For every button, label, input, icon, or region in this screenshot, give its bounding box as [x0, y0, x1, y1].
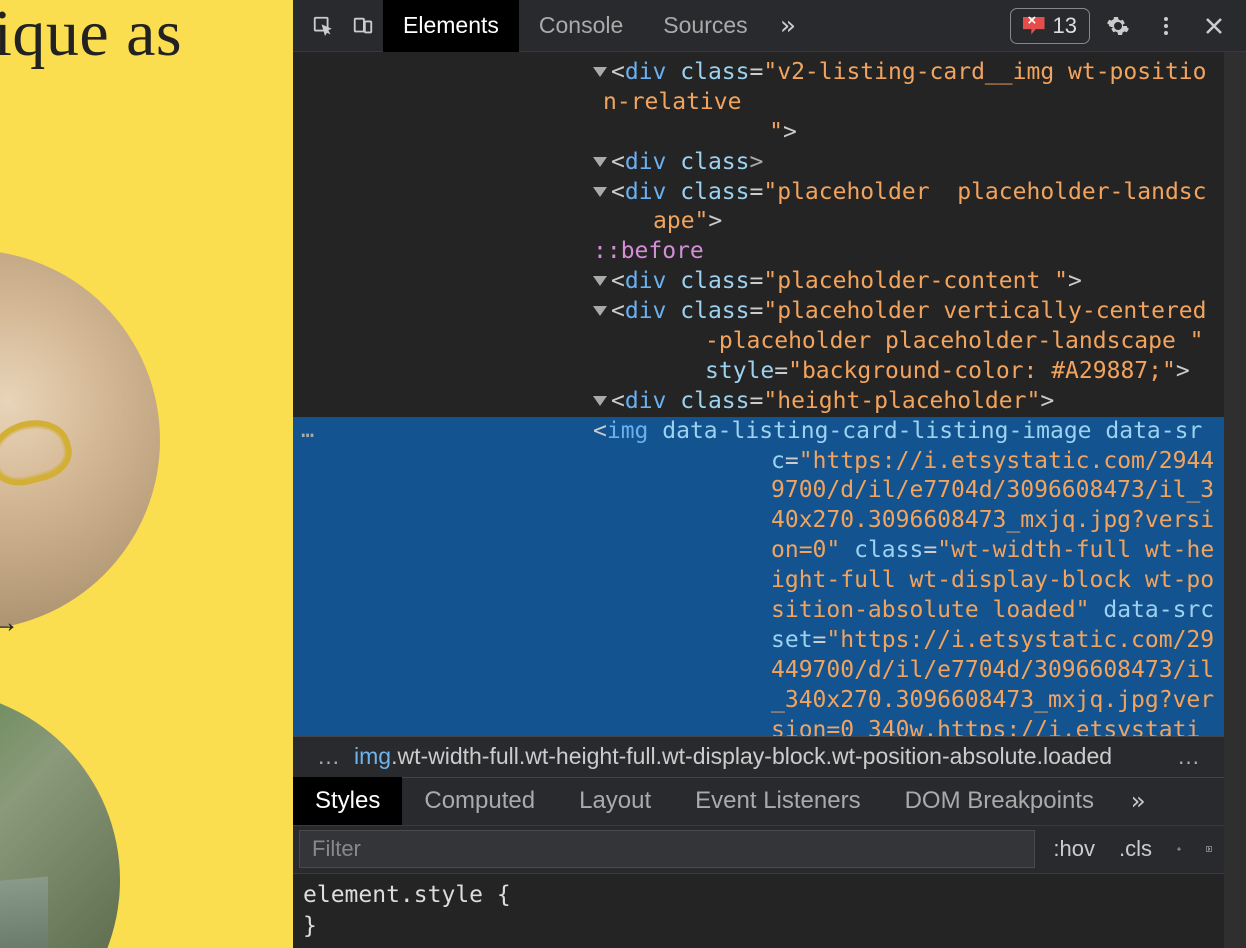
- styles-tab-dom-breakpoints[interactable]: DOM Breakpoints: [883, 777, 1116, 825]
- product-image-furniture[interactable]: [0, 690, 120, 948]
- dom-tree[interactable]: <div class="v2-listing-card__img wt-posi…: [293, 52, 1224, 736]
- devtools-toolbar: Elements Console Sources » 13: [293, 0, 1246, 52]
- styles-tab-layout[interactable]: Layout: [557, 777, 673, 825]
- toggle-class-editor[interactable]: .cls: [1107, 836, 1164, 862]
- page-preview: nique as ery →: [0, 0, 293, 948]
- styles-tabs-overflow-icon[interactable]: »: [1116, 787, 1160, 815]
- expand-dots-icon[interactable]: …: [301, 417, 314, 446]
- dom-breadcrumb[interactable]: … img.wt-width-full.wt-height-full.wt-di…: [293, 736, 1224, 778]
- settings-gear-icon[interactable]: [1098, 6, 1138, 46]
- dom-node-selected[interactable]: … <img data-listing-card-listing-image d…: [293, 417, 1224, 736]
- new-rule-plus-icon[interactable]: [1164, 839, 1194, 859]
- error-count: 13: [1053, 13, 1077, 39]
- toggle-hover-state[interactable]: :hov: [1041, 836, 1107, 862]
- scrollbar-track[interactable]: [1224, 52, 1246, 948]
- device-toggle-icon[interactable]: [343, 6, 383, 46]
- error-icon: [1023, 17, 1045, 35]
- styles-filter-input[interactable]: [299, 830, 1035, 868]
- dom-node[interactable]: <div class="placeholder-content ">: [293, 267, 1224, 297]
- category-link[interactable]: ery →: [0, 606, 20, 640]
- hero-heading: nique as: [0, 0, 182, 72]
- tab-sources[interactable]: Sources: [643, 0, 767, 52]
- dom-node[interactable]: <div class>: [293, 148, 1224, 178]
- more-menu-icon[interactable]: [1146, 6, 1186, 46]
- product-image-jewelry[interactable]: [0, 250, 160, 630]
- breadcrumb-tag[interactable]: img: [354, 743, 391, 770]
- breadcrumb-overflow-left[interactable]: …: [303, 743, 354, 770]
- dom-pseudo-node[interactable]: ::before: [293, 237, 1224, 267]
- styles-tabbar: Styles Computed Layout Event Listeners D…: [293, 778, 1224, 826]
- inspect-element-icon[interactable]: [303, 6, 343, 46]
- dom-node[interactable]: <div class="placeholder placeholder-land…: [293, 178, 1224, 238]
- breadcrumb-overflow-right[interactable]: …: [1163, 743, 1214, 770]
- css-selector-line[interactable]: element.style {: [303, 880, 1214, 911]
- devtools-panel: Elements Console Sources » 13 <div class…: [293, 0, 1246, 948]
- styles-tab-computed[interactable]: Computed: [402, 777, 557, 825]
- error-count-badge[interactable]: 13: [1010, 8, 1090, 44]
- dom-node[interactable]: <div class="placeholder vertically-cente…: [293, 297, 1224, 387]
- close-devtools-icon[interactable]: [1194, 6, 1234, 46]
- css-rules-pane[interactable]: element.style { }: [293, 874, 1224, 948]
- styles-tab-event-listeners[interactable]: Event Listeners: [673, 777, 882, 825]
- tabs-overflow-icon[interactable]: »: [768, 11, 808, 41]
- styles-filter-row: :hov .cls: [293, 826, 1224, 874]
- tab-console[interactable]: Console: [519, 0, 643, 52]
- tab-elements[interactable]: Elements: [383, 0, 519, 52]
- css-closing-brace: }: [303, 911, 1214, 942]
- dom-node[interactable]: <div class="height-placeholder">: [293, 387, 1224, 417]
- dom-node[interactable]: <div class="v2-listing-card__img wt-posi…: [293, 58, 1224, 148]
- styles-tab-styles[interactable]: Styles: [293, 777, 402, 825]
- arrow-right-icon: →: [0, 606, 20, 640]
- toggle-sidebar-icon[interactable]: [1194, 839, 1224, 859]
- breadcrumb-classes[interactable]: .wt-width-full.wt-height-full.wt-display…: [391, 743, 1112, 770]
